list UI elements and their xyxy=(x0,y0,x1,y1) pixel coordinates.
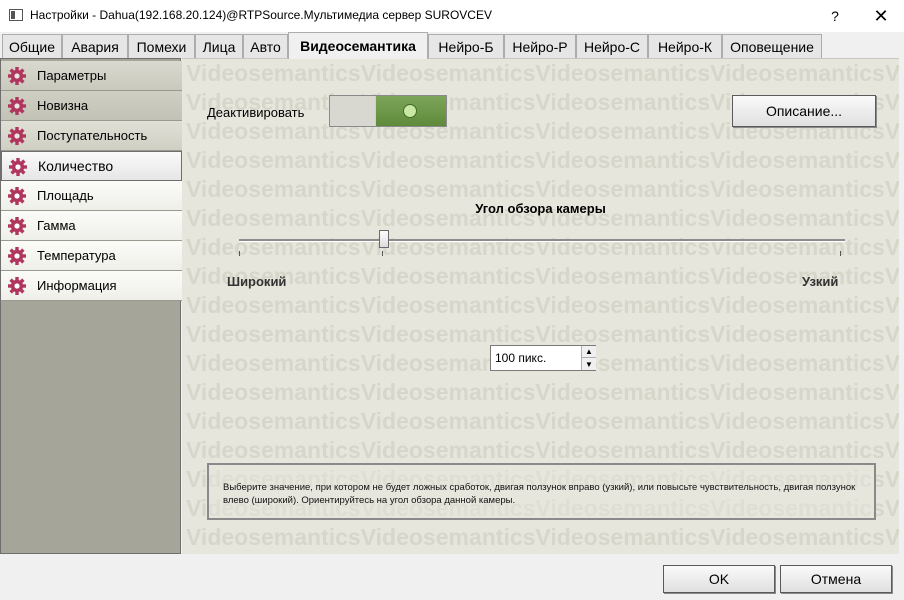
sidebar-item-label: Температура xyxy=(37,248,116,263)
sidebar-item-label: Новизна xyxy=(37,98,89,113)
tab-videosemantics[interactable]: Видеосемантика xyxy=(288,32,428,59)
tab-auto[interactable]: Авто xyxy=(243,34,288,58)
watermark-row: VideosemanticsVideosemanticsVideosemanti… xyxy=(186,321,899,347)
watermark-row: VideosemanticsVideosemanticsVideosemanti… xyxy=(186,524,899,550)
tab-general[interactable]: Общие xyxy=(2,34,62,58)
watermark-row: VideosemanticsVideosemanticsVideosemanti… xyxy=(186,147,899,173)
sidebar-item-gamma[interactable]: Гамма xyxy=(1,211,182,241)
help-button[interactable]: ? xyxy=(812,0,858,32)
slider-tick xyxy=(840,251,841,256)
camera-angle-slider-track[interactable] xyxy=(239,239,845,242)
tab-neuro-k[interactable]: Нейро-К xyxy=(648,34,722,58)
watermark-row: VideosemanticsVideosemanticsVideosemanti… xyxy=(186,437,899,463)
watermark-row: VideosemanticsVideosemanticsVideosemanti… xyxy=(186,176,899,202)
gear-icon xyxy=(8,127,26,145)
sidebar-item-label: Параметры xyxy=(37,68,107,83)
gear-icon xyxy=(8,97,26,115)
watermark-row: VideosemanticsVideosemanticsVideosemanti… xyxy=(186,379,899,405)
close-button[interactable]: ✕ xyxy=(858,0,904,32)
title-bar: Настройки - Dahua(192.168.20.124)@RTPSou… xyxy=(0,0,904,32)
slider-title: Угол обзора камеры xyxy=(475,201,606,216)
hint-box: Выберите значение, при котором не будет … xyxy=(207,463,876,520)
gear-icon xyxy=(8,187,26,205)
sidebar-item-label: Площадь xyxy=(37,188,94,203)
sidebar-item-progression[interactable]: Поступательность xyxy=(1,121,182,151)
deactivate-label: Деактивировать xyxy=(207,105,305,120)
slider-tick xyxy=(239,251,240,256)
spinbox-value[interactable]: 100 пикс. xyxy=(495,351,546,365)
spin-up-icon[interactable]: ▲ xyxy=(581,346,596,358)
window-title: Настройки - Dahua(192.168.20.124)@RTPSou… xyxy=(30,8,492,22)
cancel-button[interactable]: Отмена xyxy=(780,565,892,593)
slider-left-label: Широкий xyxy=(227,274,287,289)
sidebar-item-label: Гамма xyxy=(37,218,76,233)
ok-button[interactable]: OK xyxy=(663,565,775,593)
app-icon xyxy=(9,9,23,21)
watermark-row: VideosemanticsVideosemanticsVideosemanti… xyxy=(186,408,899,434)
watermark-row: VideosemanticsVideosemanticsVideosemanti… xyxy=(186,263,899,289)
slider-right-label: Узкий xyxy=(802,274,839,289)
sidebar-item-label: Количество xyxy=(38,158,114,174)
hint-text: Выберите значение, при котором не будет … xyxy=(223,482,856,506)
tab-faces[interactable]: Лица xyxy=(195,34,243,58)
sidebar-item-novelty[interactable]: Новизна xyxy=(1,91,182,121)
camera-angle-slider-thumb[interactable] xyxy=(379,230,390,248)
gear-icon xyxy=(8,217,26,235)
toggle-knob-icon xyxy=(403,104,417,118)
sidebar-item-parameters[interactable]: Параметры xyxy=(1,61,182,91)
sidebar: Параметры Новизна Поступательность Колич… xyxy=(0,58,182,554)
deactivate-toggle[interactable] xyxy=(329,95,447,127)
sidebar-item-information[interactable]: Информация xyxy=(1,271,182,301)
tab-notification[interactable]: Оповещение xyxy=(722,34,822,58)
gear-icon xyxy=(8,247,26,265)
spin-down-icon[interactable]: ▼ xyxy=(581,358,596,370)
sidebar-item-temperature[interactable]: Температура xyxy=(1,241,182,271)
sidebar-item-label: Поступательность xyxy=(37,128,148,143)
watermark-row: VideosemanticsVideosemanticsVideosemanti… xyxy=(186,292,899,318)
sidebar-item-quantity[interactable]: Количество xyxy=(1,151,182,181)
tab-neuro-r[interactable]: Нейро-Р xyxy=(504,34,576,58)
sidebar-item-label: Информация xyxy=(37,278,117,293)
description-button[interactable]: Описание... xyxy=(732,95,876,127)
settings-panel: VideosemanticsVideosemanticsVideosemanti… xyxy=(182,58,899,554)
pixels-spinbox[interactable]: 100 пикс. ▲ ▼ xyxy=(490,345,596,371)
watermark-row: VideosemanticsVideosemanticsVideosemanti… xyxy=(186,60,899,86)
toggle-off-side xyxy=(330,96,375,126)
tab-bar: Общие Авария Помехи Лица Авто Видеосеман… xyxy=(0,32,904,59)
tab-neuro-s[interactable]: Нейро-С xyxy=(576,34,648,58)
slider-tick xyxy=(382,251,383,256)
gear-icon xyxy=(8,277,26,295)
gear-icon xyxy=(8,67,26,85)
sidebar-item-area[interactable]: Площадь xyxy=(1,181,182,211)
tab-alarm[interactable]: Авария xyxy=(62,34,128,58)
gear-icon xyxy=(9,158,27,176)
tab-neuro-b[interactable]: Нейро-Б xyxy=(428,34,504,58)
tab-interference[interactable]: Помехи xyxy=(128,34,195,58)
